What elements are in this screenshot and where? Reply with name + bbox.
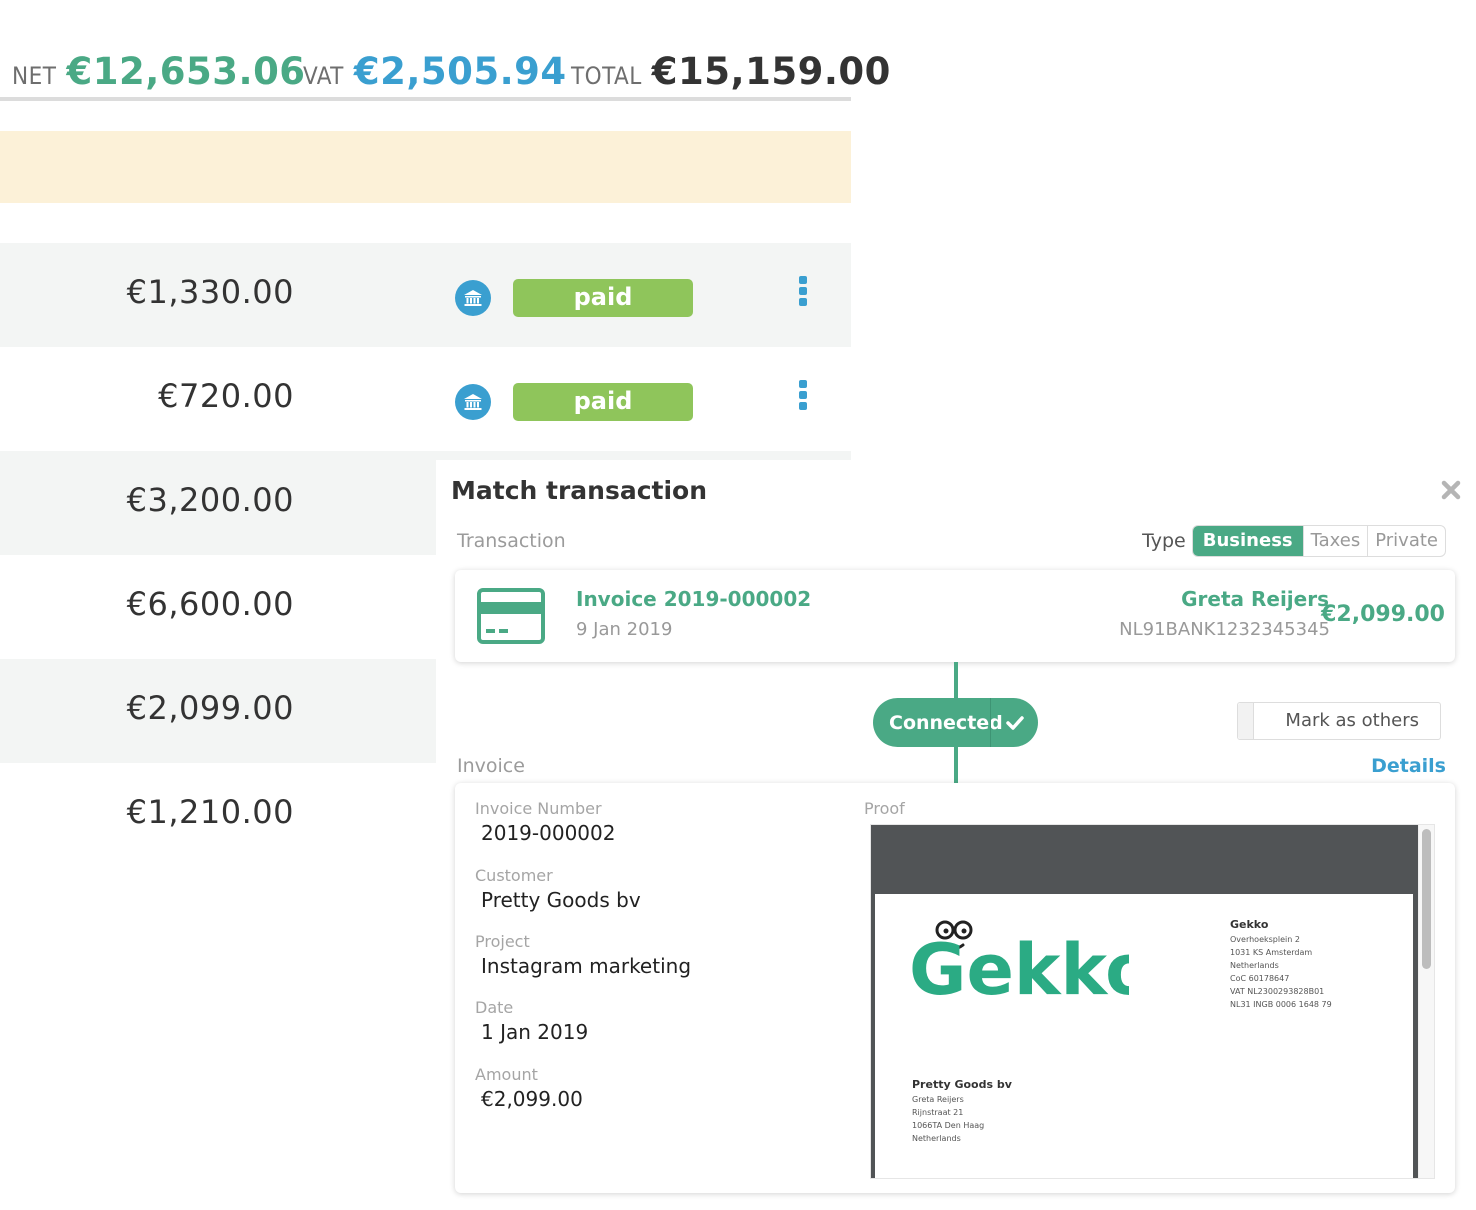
match-transaction-panel: Match transaction Transaction Type Busin… (436, 460, 1476, 1210)
transaction-card[interactable]: Invoice 2019-000002 9 Jan 2019 Greta Rei… (455, 570, 1455, 662)
net-value: €12,653.06 (66, 50, 306, 93)
proof-preview[interactable]: Gekko Gekko Overhoeksplein 2 1031 KS Ams… (870, 824, 1435, 1179)
transaction-party: Greta Reijers (1181, 587, 1329, 611)
grand-total: TOTAL €15,159.00 (571, 50, 891, 93)
details-link[interactable]: Details (1371, 755, 1446, 777)
field-label: Amount (475, 1065, 538, 1084)
customer-line: 1066TA Den Haag (912, 1121, 985, 1130)
company-line: NL31 INGB 0006 1648 79 (1230, 1000, 1332, 1009)
type-option-private[interactable]: Private (1367, 526, 1445, 556)
type-option-taxes[interactable]: Taxes (1302, 526, 1368, 556)
total-value: €15,159.00 (651, 50, 891, 93)
field-customer: Customer Pretty Goods bv (475, 866, 641, 912)
status-badge: paid (513, 383, 693, 421)
field-value: €2,099.00 (481, 1087, 583, 1111)
company-line: 1031 KS Amsterdam (1230, 948, 1313, 957)
status-badge: paid (513, 279, 693, 317)
company-line: VAT NL2300293828B01 (1230, 987, 1325, 996)
field-label: Date (475, 998, 514, 1017)
vat-total: VAT €2,505.94 (303, 50, 567, 93)
credit-card-icon (477, 588, 545, 644)
notice-banner (0, 131, 851, 203)
field-date: Date 1 Jan 2019 (475, 998, 588, 1044)
field-invoice-number: Invoice Number 2019-000002 (475, 799, 615, 845)
field-label: Customer (475, 866, 553, 885)
field-amount: Amount €2,099.00 (475, 1065, 583, 1111)
type-segmented-control: Business Taxes Private (1191, 525, 1446, 557)
connected-button[interactable]: Connected (873, 698, 1038, 747)
proof-label: Proof (864, 799, 905, 818)
transaction-amount: €2,099.00 (1321, 602, 1445, 627)
field-value: 2019-000002 (481, 821, 616, 845)
row-amount: €3,200.00 (126, 481, 294, 519)
connected-label: Connected (889, 711, 1003, 734)
company-line: Netherlands (1230, 961, 1279, 970)
mark-as-others-toggle[interactable]: Mark as others (1237, 702, 1441, 740)
vat-value: €2,505.94 (353, 50, 567, 93)
row-amount: €1,210.00 (126, 793, 294, 831)
field-value: Pretty Goods bv (481, 888, 641, 912)
type-option-business[interactable]: Business (1192, 526, 1303, 556)
customer-line: Netherlands (912, 1134, 961, 1143)
total-label: TOTAL (571, 62, 642, 90)
mark-as-others-label: Mark as others (1285, 710, 1419, 731)
customer-line: Rijnstraat 21 (912, 1108, 964, 1117)
vat-label: VAT (303, 62, 344, 90)
row-amount: €1,330.00 (126, 273, 294, 311)
company-line: Overhoeksplein 2 (1230, 935, 1300, 944)
transaction-iban: NL91BANK1232345345 (1119, 619, 1330, 640)
more-options-icon[interactable] (797, 380, 809, 410)
customer-address: Pretty Goods bv Greta Reijers Rijnstraat… (912, 1077, 1012, 1145)
table-row[interactable]: €720.00 paid (0, 347, 851, 451)
proof-document-page: Gekko Gekko Overhoeksplein 2 1031 KS Ams… (875, 894, 1413, 1178)
field-value: Instagram marketing (481, 954, 692, 978)
invoice-section-label: Invoice (457, 755, 525, 777)
transaction-title: Invoice 2019-000002 (576, 587, 812, 611)
invoice-card: Invoice Number 2019-000002 Customer Pret… (455, 783, 1455, 1193)
customer-name: Pretty Goods bv (912, 1078, 1012, 1091)
bank-icon (455, 280, 491, 316)
transaction-section-label: Transaction (457, 530, 566, 552)
logo-text: Gekko (909, 929, 1129, 1002)
field-label: Project (475, 932, 530, 951)
net-total: NET €12,653.06 (12, 50, 306, 93)
panel-title: Match transaction (451, 476, 708, 505)
row-amount: €2,099.00 (126, 689, 294, 727)
proof-scrollbar[interactable] (1418, 825, 1434, 1178)
field-label: Invoice Number (475, 799, 602, 818)
field-value: 1 Jan 2019 (481, 1020, 589, 1044)
more-options-icon[interactable] (797, 276, 809, 306)
company-address: Gekko Overhoeksplein 2 1031 KS Amsterdam… (1230, 917, 1332, 1011)
close-icon[interactable] (1440, 479, 1462, 501)
toggle-handle[interactable] (1238, 703, 1254, 739)
gekko-logo: Gekko (909, 912, 1153, 1011)
field-project: Project Instagram marketing (475, 932, 691, 978)
customer-line: Greta Reijers (912, 1095, 964, 1104)
proof-viewer-background: Gekko Gekko Overhoeksplein 2 1031 KS Ams… (871, 825, 1419, 1178)
checkmark-icon (991, 715, 1038, 730)
connector-line (954, 662, 958, 700)
connector-line (954, 745, 958, 783)
bank-icon (455, 384, 491, 420)
net-label: NET (12, 62, 57, 90)
row-amount: €720.00 (158, 377, 294, 415)
table-row[interactable]: €1,330.00 paid (0, 243, 851, 347)
transaction-date: 9 Jan 2019 (576, 619, 673, 640)
type-selector: Type Business Taxes Private (1142, 525, 1446, 557)
company-line: CoC 60178647 (1230, 974, 1290, 983)
row-amount: €6,600.00 (126, 585, 294, 623)
company-name: Gekko (1230, 918, 1269, 931)
scrollbar-thumb[interactable] (1422, 829, 1431, 969)
totals-bar: NET €12,653.06 VAT €2,505.94 TOTAL €15,1… (0, 40, 890, 101)
type-label: Type (1142, 530, 1186, 552)
